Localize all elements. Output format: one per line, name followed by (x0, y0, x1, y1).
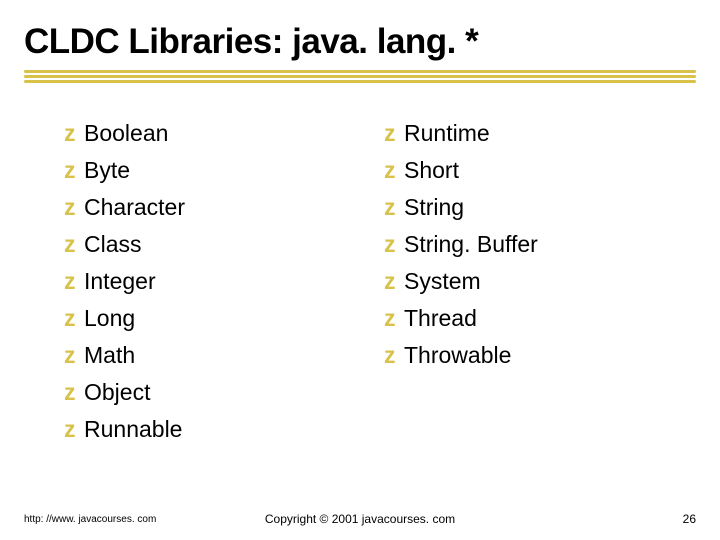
column-left: z Boolean z Byte z Character z Class z I… (64, 120, 324, 443)
list-item: z Math (64, 342, 324, 369)
list-item: z Short (384, 157, 664, 184)
bullet-icon: z (64, 122, 82, 145)
content-columns: z Boolean z Byte z Character z Class z I… (0, 84, 720, 443)
underline-stroke (24, 80, 696, 83)
item-label: Long (84, 305, 135, 332)
item-label: Short (404, 157, 459, 184)
bullet-icon: z (64, 196, 82, 219)
item-label: String (404, 194, 464, 221)
item-label: String. Buffer (404, 231, 538, 258)
bullet-icon: z (64, 344, 82, 367)
title-underline (24, 70, 696, 84)
bullet-icon: z (64, 270, 82, 293)
item-label: Byte (84, 157, 130, 184)
slide-title: CLDC Libraries: java. lang. * (24, 22, 696, 62)
bullet-icon: z (64, 233, 82, 256)
bullet-icon: z (384, 307, 402, 330)
item-label: Math (84, 342, 135, 369)
list-item: z Character (64, 194, 324, 221)
item-label: Character (84, 194, 185, 221)
bullet-icon: z (64, 159, 82, 182)
underline-stroke (24, 70, 696, 73)
list-item: z Class (64, 231, 324, 258)
item-label: Boolean (84, 120, 168, 147)
bullet-icon: z (64, 418, 82, 441)
bullet-icon: z (384, 122, 402, 145)
list-item: z String. Buffer (384, 231, 664, 258)
underline-stroke (24, 75, 696, 78)
item-label: Integer (84, 268, 156, 295)
slide: CLDC Libraries: java. lang. * z Boolean … (0, 0, 720, 540)
item-label: Class (84, 231, 142, 258)
bullet-icon: z (384, 159, 402, 182)
bullet-icon: z (384, 344, 402, 367)
list-item: z Thread (384, 305, 664, 332)
item-label: Thread (404, 305, 477, 332)
footer-url: http: //www. javacourses. com (24, 514, 156, 525)
title-wrap: CLDC Libraries: java. lang. * (0, 0, 720, 62)
item-label: Throwable (404, 342, 511, 369)
column-right: z Runtime z Short z String z String. Buf… (384, 120, 664, 443)
list-item: z System (384, 268, 664, 295)
list-item: z Integer (64, 268, 324, 295)
list-item: z Runtime (384, 120, 664, 147)
list-item: z Byte (64, 157, 324, 184)
item-label: Object (84, 379, 150, 406)
bullet-icon: z (384, 233, 402, 256)
item-label: Runnable (84, 416, 182, 443)
footer-copyright: Copyright © 2001 javacourses. com (265, 512, 455, 526)
item-label: Runtime (404, 120, 490, 147)
list-item: z Throwable (384, 342, 664, 369)
bullet-icon: z (64, 381, 82, 404)
item-label: System (404, 268, 481, 295)
list-item: z Object (64, 379, 324, 406)
bullet-icon: z (64, 307, 82, 330)
bullet-icon: z (384, 270, 402, 293)
list-item: z String (384, 194, 664, 221)
list-item: z Boolean (64, 120, 324, 147)
footer: http: //www. javacourses. com Copyright … (0, 512, 720, 526)
list-item: z Long (64, 305, 324, 332)
bullet-icon: z (384, 196, 402, 219)
footer-page-number: 26 (683, 512, 696, 526)
list-item: z Runnable (64, 416, 324, 443)
